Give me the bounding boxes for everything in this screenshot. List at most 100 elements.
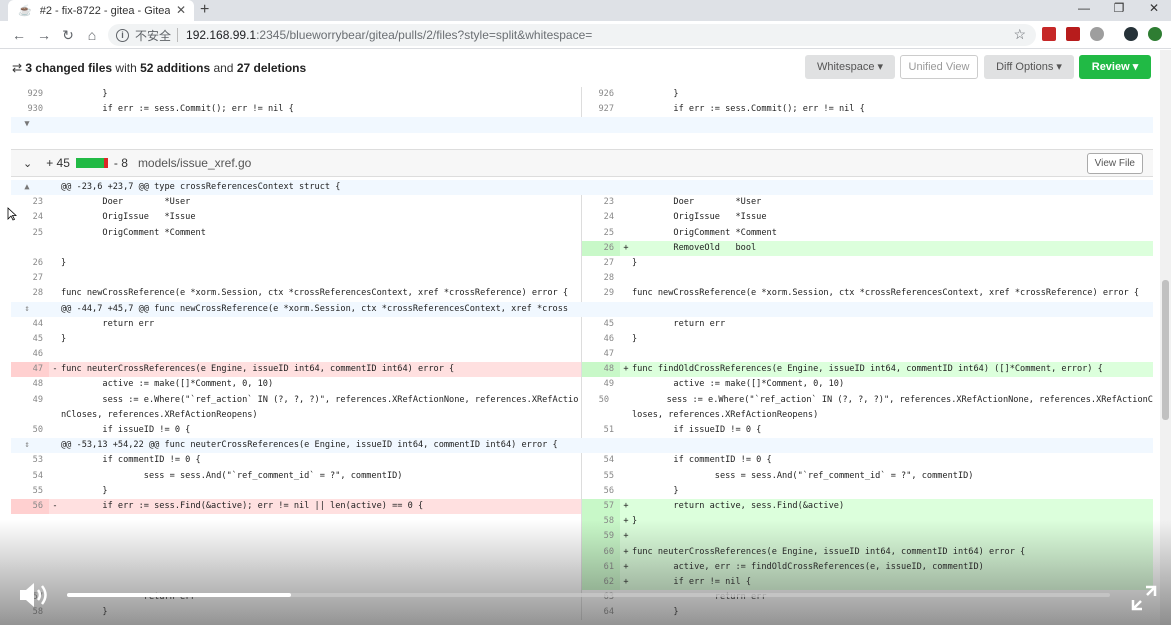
forward-icon[interactable]: →	[34, 25, 54, 45]
cloud-extension-icon[interactable]	[1090, 27, 1104, 41]
diff-options-button[interactable]: Diff Options ▾	[984, 55, 1074, 79]
left-diff-cell: 54 sess = sess.And("`ref_comment_id` = ?…	[11, 468, 582, 484]
line-number[interactable]: 47	[582, 347, 620, 362]
whitespace-button[interactable]: Whitespace ▾	[805, 55, 895, 79]
profile-avatar[interactable]	[1124, 27, 1138, 41]
unified-view-button[interactable]: Unified View	[900, 55, 978, 79]
line-number[interactable]: 26	[11, 256, 49, 271]
line-number[interactable]: 54	[11, 469, 49, 484]
line-number[interactable]: 48	[11, 377, 49, 392]
expand-down-icon[interactable]: ▼	[11, 117, 49, 132]
browser-tab[interactable]: ☕ #2 - fix-8722 - gitea - Gitea: Git ✕	[8, 0, 194, 21]
line-number[interactable]: 50	[11, 423, 49, 438]
line-number[interactable]: 27	[11, 271, 49, 286]
line-number[interactable]: 50	[582, 393, 615, 408]
expand-icon[interactable]: ⇕	[11, 438, 49, 453]
line-number[interactable]	[582, 408, 620, 423]
line-number[interactable]: 25	[11, 226, 49, 241]
home-icon[interactable]: ⌂	[82, 25, 102, 45]
fullscreen-icon[interactable]	[1129, 583, 1159, 613]
code-line: if err := sess.Find(&active); err != nil…	[61, 500, 424, 511]
line-number[interactable]: 27	[582, 256, 620, 271]
minimize-button[interactable]: —	[1069, 0, 1099, 17]
info-icon[interactable]: i	[116, 28, 129, 42]
expand-row[interactable]: ▼	[11, 117, 1153, 133]
collapse-chevron-icon[interactable]: ⌄	[23, 157, 32, 170]
line-number[interactable]: 55	[582, 469, 620, 484]
video-progress-bar[interactable]	[67, 593, 1110, 597]
line-number[interactable]: 45	[582, 317, 620, 332]
line-number[interactable]: 44	[11, 317, 49, 332]
line-number[interactable]: 929	[11, 87, 49, 102]
bookmark-star-icon[interactable]: ☆	[1013, 26, 1026, 43]
right-diff-cell: 48 + func findOldCrossReferences(e Engine,…	[582, 362, 1153, 378]
line-number[interactable]	[11, 408, 49, 423]
line-number[interactable]: 46	[582, 332, 620, 347]
diff-sign	[620, 484, 632, 499]
line-number[interactable]: 28	[582, 271, 620, 286]
line-number[interactable]: 51	[582, 423, 620, 438]
address-bar[interactable]: i 不安全 192.168.99.1 :2345/blueworrybear/g…	[108, 24, 1036, 46]
line-number[interactable]	[11, 241, 49, 256]
right-diff-cell: 47	[582, 347, 1153, 362]
expand-icon[interactable]: ▲	[11, 180, 49, 195]
line-number[interactable]: 28	[11, 286, 49, 301]
line-number[interactable]: 56	[582, 484, 620, 499]
maximize-button[interactable]: ❐	[1104, 0, 1134, 17]
line-number[interactable]: 24	[582, 210, 620, 225]
left-diff-cell: 44 return err	[11, 316, 582, 332]
line-number[interactable]: 57	[582, 498, 620, 515]
screen: ☕ #2 - fix-8722 - gitea - Gitea: Git ✕ +…	[0, 0, 1171, 625]
reload-icon[interactable]: ↻	[58, 25, 78, 45]
line-number[interactable]: 23	[582, 195, 620, 210]
line-number[interactable]: 26	[582, 240, 620, 256]
line-number[interactable]: 55	[11, 484, 49, 499]
diff-sign	[620, 226, 632, 241]
code-line: if err := sess.Commit(); err != nil {	[61, 104, 294, 115]
right-diff-cell: 927 if err := sess.Commit(); err != nil …	[582, 102, 1153, 117]
diff-sign: +	[623, 364, 629, 375]
close-window-button[interactable]: ✕	[1139, 0, 1169, 17]
code-line: }	[61, 485, 108, 496]
diff-sign	[49, 195, 61, 210]
diff-row: 50 if issueID != 0 { 51 if issueID != 0 {	[11, 423, 1153, 439]
line-number[interactable]: 53	[11, 453, 49, 468]
diff-row: 25 OrigComment *Comment 25 OrigComment *C…	[11, 225, 1153, 241]
line-number[interactable]: 54	[582, 453, 620, 468]
line-number[interactable]: 46	[11, 347, 49, 362]
mouse-cursor-icon	[7, 207, 17, 221]
extension-red-icon[interactable]	[1042, 27, 1056, 41]
code-line: if issueID != 0 {	[61, 425, 191, 435]
view-file-button[interactable]: View File	[1086, 153, 1143, 174]
line-number[interactable]: 49	[582, 377, 620, 392]
line-number[interactable]: 48	[582, 362, 620, 378]
update-icon[interactable]	[1148, 27, 1162, 41]
line-number[interactable]: 927	[582, 102, 620, 117]
line-number[interactable]: 29	[582, 286, 620, 301]
back-icon[interactable]: ←	[9, 25, 29, 45]
diff-sign	[49, 332, 61, 347]
left-diff-cell: 28 func newCrossReference(e *xorm.Sessio…	[11, 286, 582, 302]
code-line: if commentID != 0 {	[632, 455, 772, 466]
new-tab-button[interactable]: +	[200, 0, 209, 19]
expand-icon[interactable]: ⇕	[11, 302, 49, 317]
code-line: func newCrossReference(e *xorm.Session, …	[61, 288, 569, 299]
scrollbar-thumb[interactable]	[1162, 280, 1169, 420]
line-number[interactable]: 45	[11, 332, 49, 347]
tab-close-icon[interactable]: ✕	[176, 3, 186, 17]
url-path: :2345/blueworrybear/gitea/pulls/2/files?…	[256, 28, 593, 42]
line-number[interactable]: 56	[11, 498, 49, 515]
line-number[interactable]: 926	[582, 87, 620, 102]
diffstat-with: with	[112, 60, 141, 75]
volume-icon[interactable]	[18, 580, 52, 610]
line-number[interactable]: 25	[582, 226, 620, 241]
right-diff-cell: 51 if issueID != 0 {	[582, 423, 1153, 438]
line-number[interactable]: 47	[11, 362, 49, 378]
left-diff-cell: 27	[11, 271, 582, 287]
line-number[interactable]: 49	[11, 393, 49, 408]
review-button[interactable]: Review ▾	[1079, 55, 1151, 79]
line-number[interactable]: 930	[11, 102, 49, 117]
acrobat-extension-icon[interactable]	[1066, 27, 1080, 41]
left-diff-cell: 56- if err := sess.Find(&active); err !=…	[11, 498, 582, 515]
diff-sign	[49, 453, 61, 468]
